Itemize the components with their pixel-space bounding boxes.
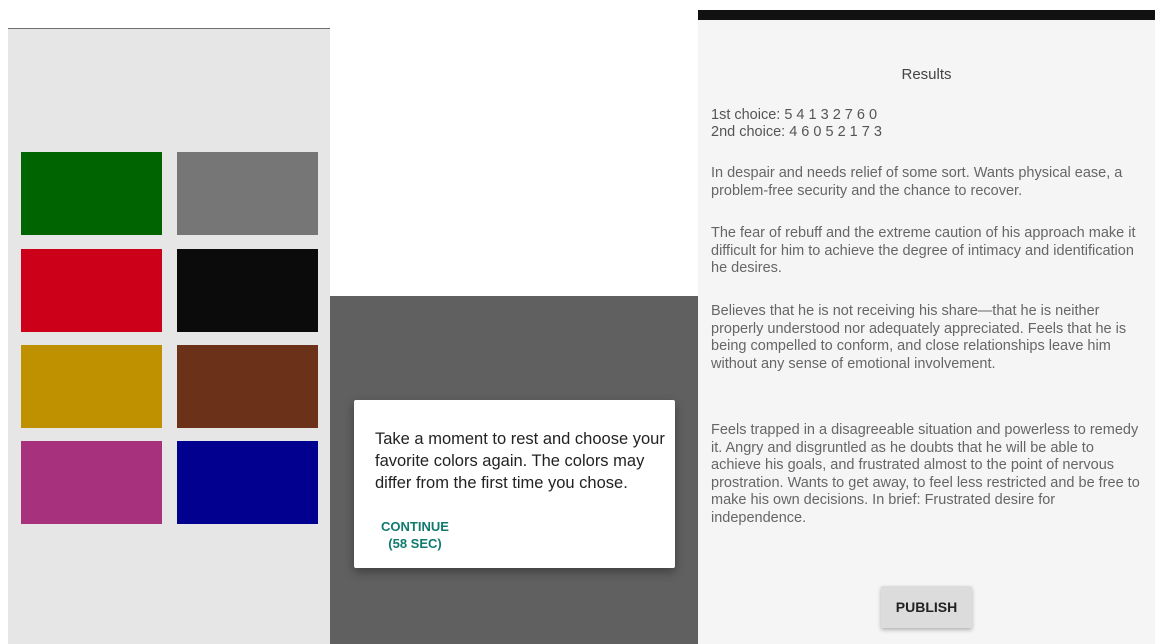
color-grid-screen <box>8 28 330 644</box>
rest-dialog: Take a moment to rest and choose your fa… <box>354 400 675 568</box>
color-swatch-brown[interactable] <box>177 345 318 428</box>
color-swatch-gray[interactable] <box>177 152 318 235</box>
color-swatch-red[interactable] <box>21 249 162 332</box>
result-paragraph: Feels trapped in a disagreeable situatio… <box>711 422 1140 526</box>
choices-block: 1st choice: 5 4 1 3 2 7 6 0 2nd choice: … <box>711 107 1147 141</box>
color-swatch-blue[interactable] <box>177 441 318 524</box>
first-choice: 1st choice: 5 4 1 3 2 7 6 0 <box>711 107 878 123</box>
publish-button[interactable]: PUBLISH <box>881 586 972 628</box>
continue-button[interactable]: CONTINUE (58 SEC) <box>375 518 455 552</box>
dialog-message: Take a moment to rest and choose your fa… <box>375 430 665 492</box>
results-screen: Results 1st choice: 5 4 1 3 2 7 6 0 2nd … <box>698 10 1155 644</box>
page-title: Results <box>901 66 952 83</box>
result-paragraph: Believes that he is not receiving his sh… <box>711 303 1127 372</box>
color-swatch-black[interactable] <box>177 249 318 332</box>
second-choice: 2nd choice: 4 6 0 5 2 1 7 3 <box>711 124 882 140</box>
dialog-overlay: Take a moment to rest and choose your fa… <box>330 296 698 644</box>
color-swatch-yellow[interactable] <box>21 345 162 428</box>
continue-timer: (58 SEC) <box>388 536 442 551</box>
result-paragraph: The fear of rebuff and the extreme cauti… <box>711 225 1136 276</box>
result-paragraph: In despair and needs relief of some sort… <box>711 165 1123 199</box>
continue-label: CONTINUE <box>381 519 449 534</box>
color-swatch-green[interactable] <box>21 152 162 235</box>
color-swatch-violet[interactable] <box>21 441 162 524</box>
